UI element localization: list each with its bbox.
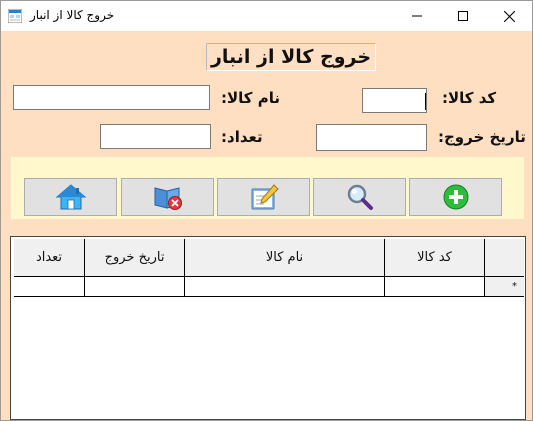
row-header-corner	[485, 239, 524, 277]
delete-button[interactable]	[121, 178, 214, 216]
code-input[interactable]	[362, 88, 427, 113]
grid-cell-qty[interactable]	[14, 277, 85, 297]
search-button[interactable]	[313, 178, 406, 216]
column-header-qty[interactable]: تعداد	[14, 239, 85, 277]
edit-icon	[251, 184, 279, 210]
edit-button[interactable]	[217, 178, 310, 216]
delete-book-icon	[154, 187, 182, 210]
add-icon	[443, 184, 468, 210]
close-icon	[503, 10, 515, 22]
grid-cell-name[interactable]	[185, 277, 385, 297]
date-label: تاریخ خروج:	[438, 128, 526, 146]
column-header-name[interactable]: نام کالا	[185, 239, 385, 277]
data-grid[interactable]: تعداد تاریخ خروج نام کالا کد کالا *	[10, 236, 526, 420]
maximize-icon	[458, 11, 468, 21]
name-label: نام کالا:	[221, 89, 281, 107]
app-icon	[8, 9, 22, 23]
qty-label: تعداد:	[221, 128, 263, 146]
new-row-marker[interactable]: *	[485, 277, 524, 297]
maximize-button[interactable]	[440, 1, 486, 31]
form-client-area: خروج کالا از انبار کد کالا: نام کالا: تا…	[1, 31, 532, 420]
search-icon	[347, 184, 373, 210]
column-header-date[interactable]: تاریخ خروج	[85, 239, 185, 277]
title-bar: خروج کالا از انبار	[1, 1, 532, 31]
minimize-icon	[412, 15, 422, 17]
column-header-code[interactable]: کد کالا	[385, 239, 485, 277]
name-input[interactable]	[13, 85, 210, 110]
home-button[interactable]	[24, 178, 117, 216]
grid-cell-code[interactable]	[385, 277, 485, 297]
home-icon	[55, 184, 86, 210]
text-caret	[425, 93, 426, 110]
minimize-button[interactable]	[394, 1, 440, 31]
close-button[interactable]	[486, 1, 532, 31]
grid-cell-date[interactable]	[85, 277, 185, 297]
window-title: خروج کالا از انبار	[30, 8, 115, 22]
app-window: خروج کالا از انبار خروج کالا از انبار کد…	[0, 0, 533, 421]
form-heading: خروج کالا از انبار	[206, 43, 376, 71]
date-input[interactable]	[316, 124, 427, 151]
code-label: کد کالا:	[442, 89, 497, 107]
add-button[interactable]	[409, 178, 502, 216]
qty-input[interactable]	[100, 124, 211, 149]
